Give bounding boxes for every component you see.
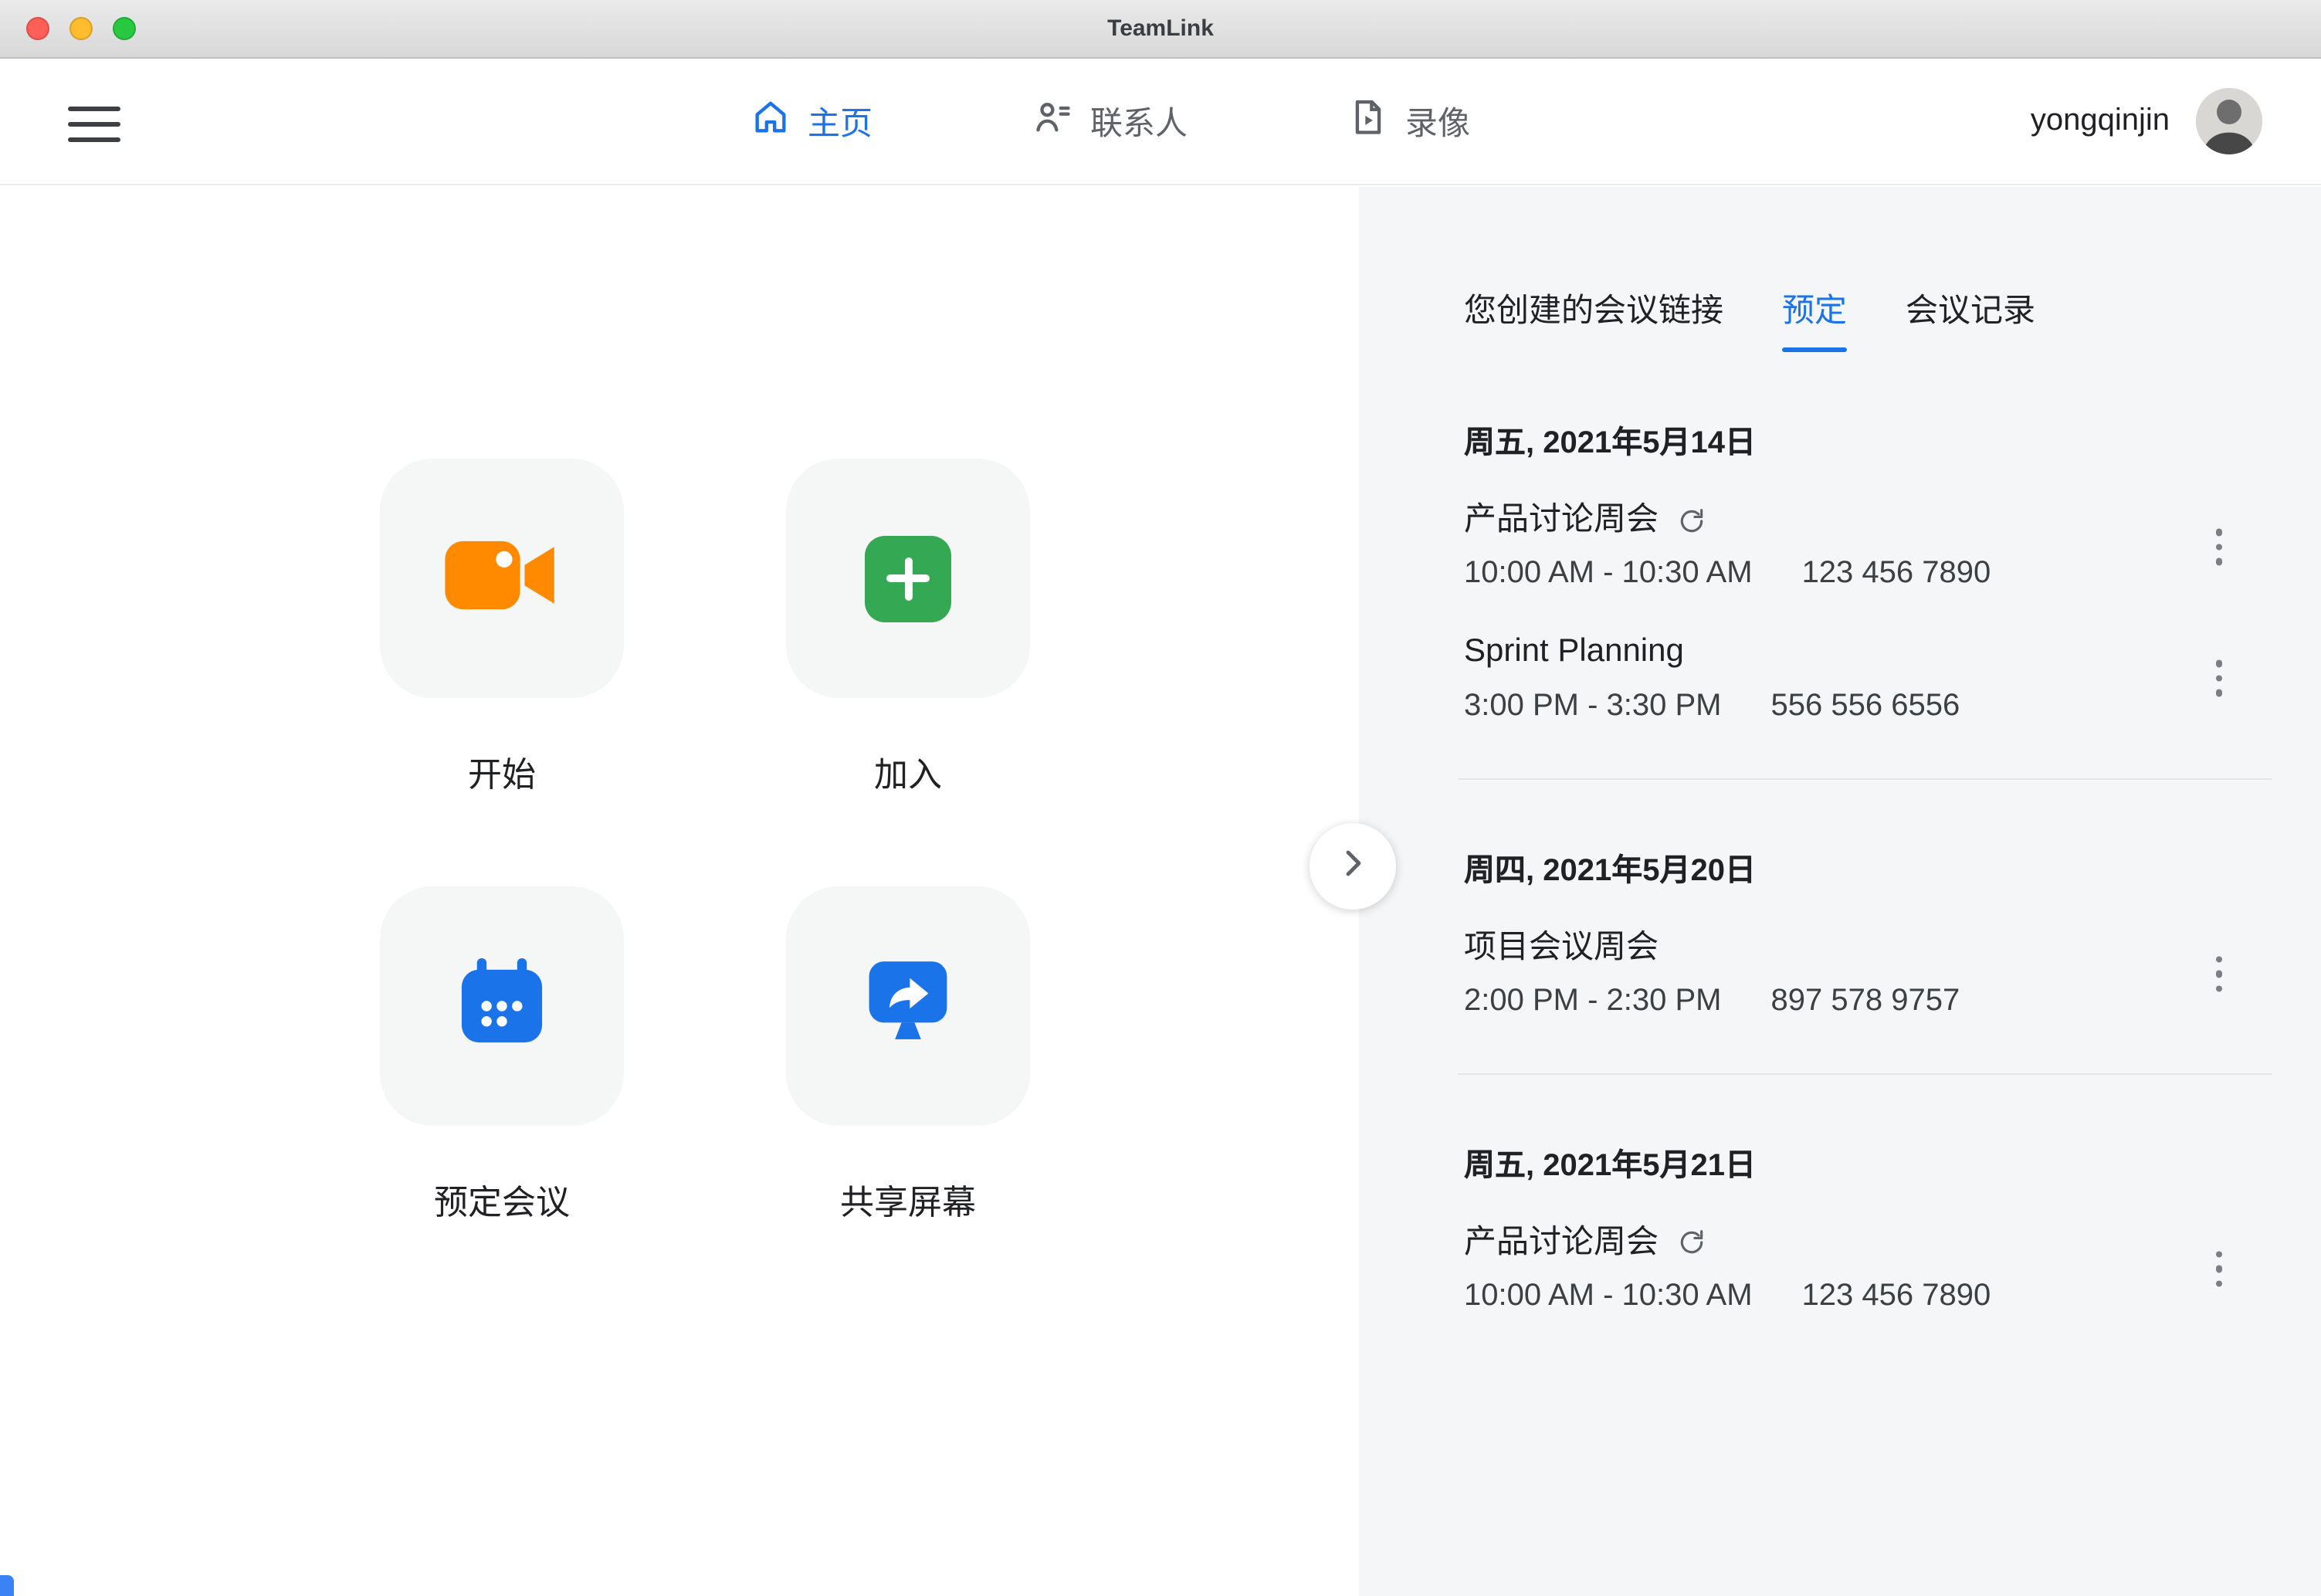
titlebar: TeamLink	[0, 0, 2321, 59]
meetings-panel: 您创建的会议链接 预定 会议记录 周五, 2021年5月14日 产品讨论周会	[1359, 187, 2321, 1596]
quick-action-schedule: 预定会议	[380, 886, 624, 1225]
meeting-title-row: 项目会议周会	[1464, 927, 2148, 968]
nav-tabs: 主页 联系人 录像	[751, 59, 1470, 184]
meeting-details: 3:00 PM - 3:30 PM 556 556 6556	[1464, 686, 2148, 725]
minimize-window-button[interactable]	[69, 17, 93, 40]
top-nav: 主页 联系人 录像 yongqinjin	[0, 59, 2321, 185]
avatar[interactable]	[2196, 88, 2262, 154]
group-date: 周四, 2021年5月20日	[1464, 844, 2259, 889]
tab-scheduled[interactable]: 预定	[1782, 286, 1847, 352]
quick-action-join: 加入	[786, 459, 1030, 797]
window-title: TeamLink	[1107, 15, 1214, 42]
start-meeting-button[interactable]	[380, 459, 624, 698]
meeting-group: 周五, 2021年5月21日 产品讨论周会 10:00 AM - 10:30 A…	[1464, 1140, 2259, 1316]
tab-recordings-label: 录像	[1405, 98, 1470, 144]
tab-meeting-history[interactable]: 会议记录	[1906, 286, 2035, 352]
meeting-options-button[interactable]	[2206, 651, 2231, 706]
meeting-time: 10:00 AM - 10:30 AM	[1464, 1277, 1753, 1316]
join-plus-icon	[865, 535, 951, 622]
share-label: 共享屏幕	[840, 1175, 976, 1225]
meeting-title-row: 产品讨论周会	[1464, 500, 2148, 541]
share-screen-icon	[862, 957, 954, 1055]
schedule-label: 预定会议	[434, 1175, 570, 1225]
meeting-time: 2:00 PM - 2:30 PM	[1464, 982, 1722, 1021]
meeting-title: 产品讨论周会	[1464, 500, 1659, 541]
tab-contacts[interactable]: 联系人	[1033, 97, 1188, 146]
maximize-window-button[interactable]	[113, 17, 136, 40]
meeting-title: 产品讨论周会	[1464, 1223, 1659, 1264]
meeting-item: 产品讨论周会 10:00 AM - 10:30 AM 123 456 7890	[1464, 1223, 2259, 1316]
schedule-calendar-icon	[454, 954, 550, 1058]
schedule-meeting-button[interactable]	[380, 886, 624, 1126]
meeting-item: 产品讨论周会 10:00 AM - 10:30 AM 123 456 7890	[1464, 500, 2259, 594]
meeting-details: 10:00 AM - 10:30 AM 123 456 7890	[1464, 1277, 2148, 1316]
meeting-time: 3:00 PM - 3:30 PM	[1464, 686, 1722, 725]
meeting-title: 项目会议周会	[1464, 927, 1659, 968]
start-label: 开始	[468, 747, 536, 797]
meeting-options-button[interactable]	[2206, 1242, 2231, 1296]
join-label: 加入	[874, 747, 942, 797]
tab-meeting-links[interactable]: 您创建的会议链接	[1464, 286, 1723, 352]
recordings-icon	[1348, 97, 1388, 146]
corner-accent	[0, 1574, 14, 1596]
group-date: 周五, 2021年5月21日	[1464, 1140, 2259, 1184]
meeting-group: 周四, 2021年5月20日 项目会议周会 2:00 PM - 2:30 PM …	[1464, 844, 2259, 1021]
home-icon	[751, 97, 791, 146]
recurring-icon	[1677, 506, 1706, 535]
share-screen-button[interactable]	[786, 886, 1030, 1126]
meeting-id: 123 456 7890	[1802, 1277, 1991, 1316]
contacts-icon	[1033, 97, 1073, 146]
start-camera-icon	[445, 534, 559, 623]
quick-action-share: 共享屏幕	[786, 886, 1030, 1225]
quick-actions: 开始 加入	[380, 459, 1030, 1225]
meeting-item: 项目会议周会 2:00 PM - 2:30 PM 897 578 9757	[1464, 927, 2259, 1021]
chevron-right-icon	[1334, 844, 1371, 889]
tab-home-label: 主页	[808, 98, 872, 144]
tab-recordings[interactable]: 录像	[1348, 97, 1470, 146]
meeting-id: 123 456 7890	[1802, 555, 1991, 594]
user-account[interactable]: yongqinjin	[2031, 59, 2262, 184]
meeting-id: 897 578 9757	[1771, 982, 1960, 1021]
meeting-item: Sprint Planning 3:00 PM - 3:30 PM 556 55…	[1464, 632, 2259, 726]
window-controls	[26, 0, 136, 57]
meeting-title: Sprint Planning	[1464, 632, 1684, 673]
main-area: 开始 加入	[0, 187, 1359, 1596]
meeting-title-row: Sprint Planning	[1464, 632, 2148, 673]
panel-tabs: 您创建的会议链接 预定 会议记录	[1464, 286, 2259, 352]
quick-action-start: 开始	[380, 459, 624, 797]
divider	[1458, 778, 2272, 779]
divider	[1458, 1073, 2272, 1075]
group-date: 周五, 2021年5月14日	[1464, 417, 2259, 462]
meeting-details: 10:00 AM - 10:30 AM 123 456 7890	[1464, 555, 2148, 594]
meeting-details: 2:00 PM - 2:30 PM 897 578 9757	[1464, 982, 2148, 1021]
meeting-options-button[interactable]	[2206, 947, 2231, 1001]
meeting-options-button[interactable]	[2206, 520, 2231, 574]
meeting-time: 10:00 AM - 10:30 AM	[1464, 555, 1753, 594]
app-window: TeamLink 主页 联系人 录像	[0, 0, 2321, 1596]
content: 开始 加入	[0, 187, 2321, 1596]
tab-home[interactable]: 主页	[751, 97, 872, 146]
meeting-id: 556 556 6556	[1771, 686, 1960, 725]
recurring-icon	[1677, 1228, 1706, 1258]
panel-collapse-button[interactable]	[1310, 823, 1396, 910]
join-meeting-button[interactable]	[786, 459, 1030, 698]
tab-contacts-label: 联系人	[1090, 98, 1188, 144]
username: yongqinjin	[2031, 103, 2170, 139]
meeting-group: 周五, 2021年5月14日 产品讨论周会 10:00 AM - 10:30 A…	[1464, 417, 2259, 725]
meeting-title-row: 产品讨论周会	[1464, 1223, 2148, 1264]
menu-button[interactable]	[68, 107, 120, 142]
close-window-button[interactable]	[26, 17, 49, 40]
